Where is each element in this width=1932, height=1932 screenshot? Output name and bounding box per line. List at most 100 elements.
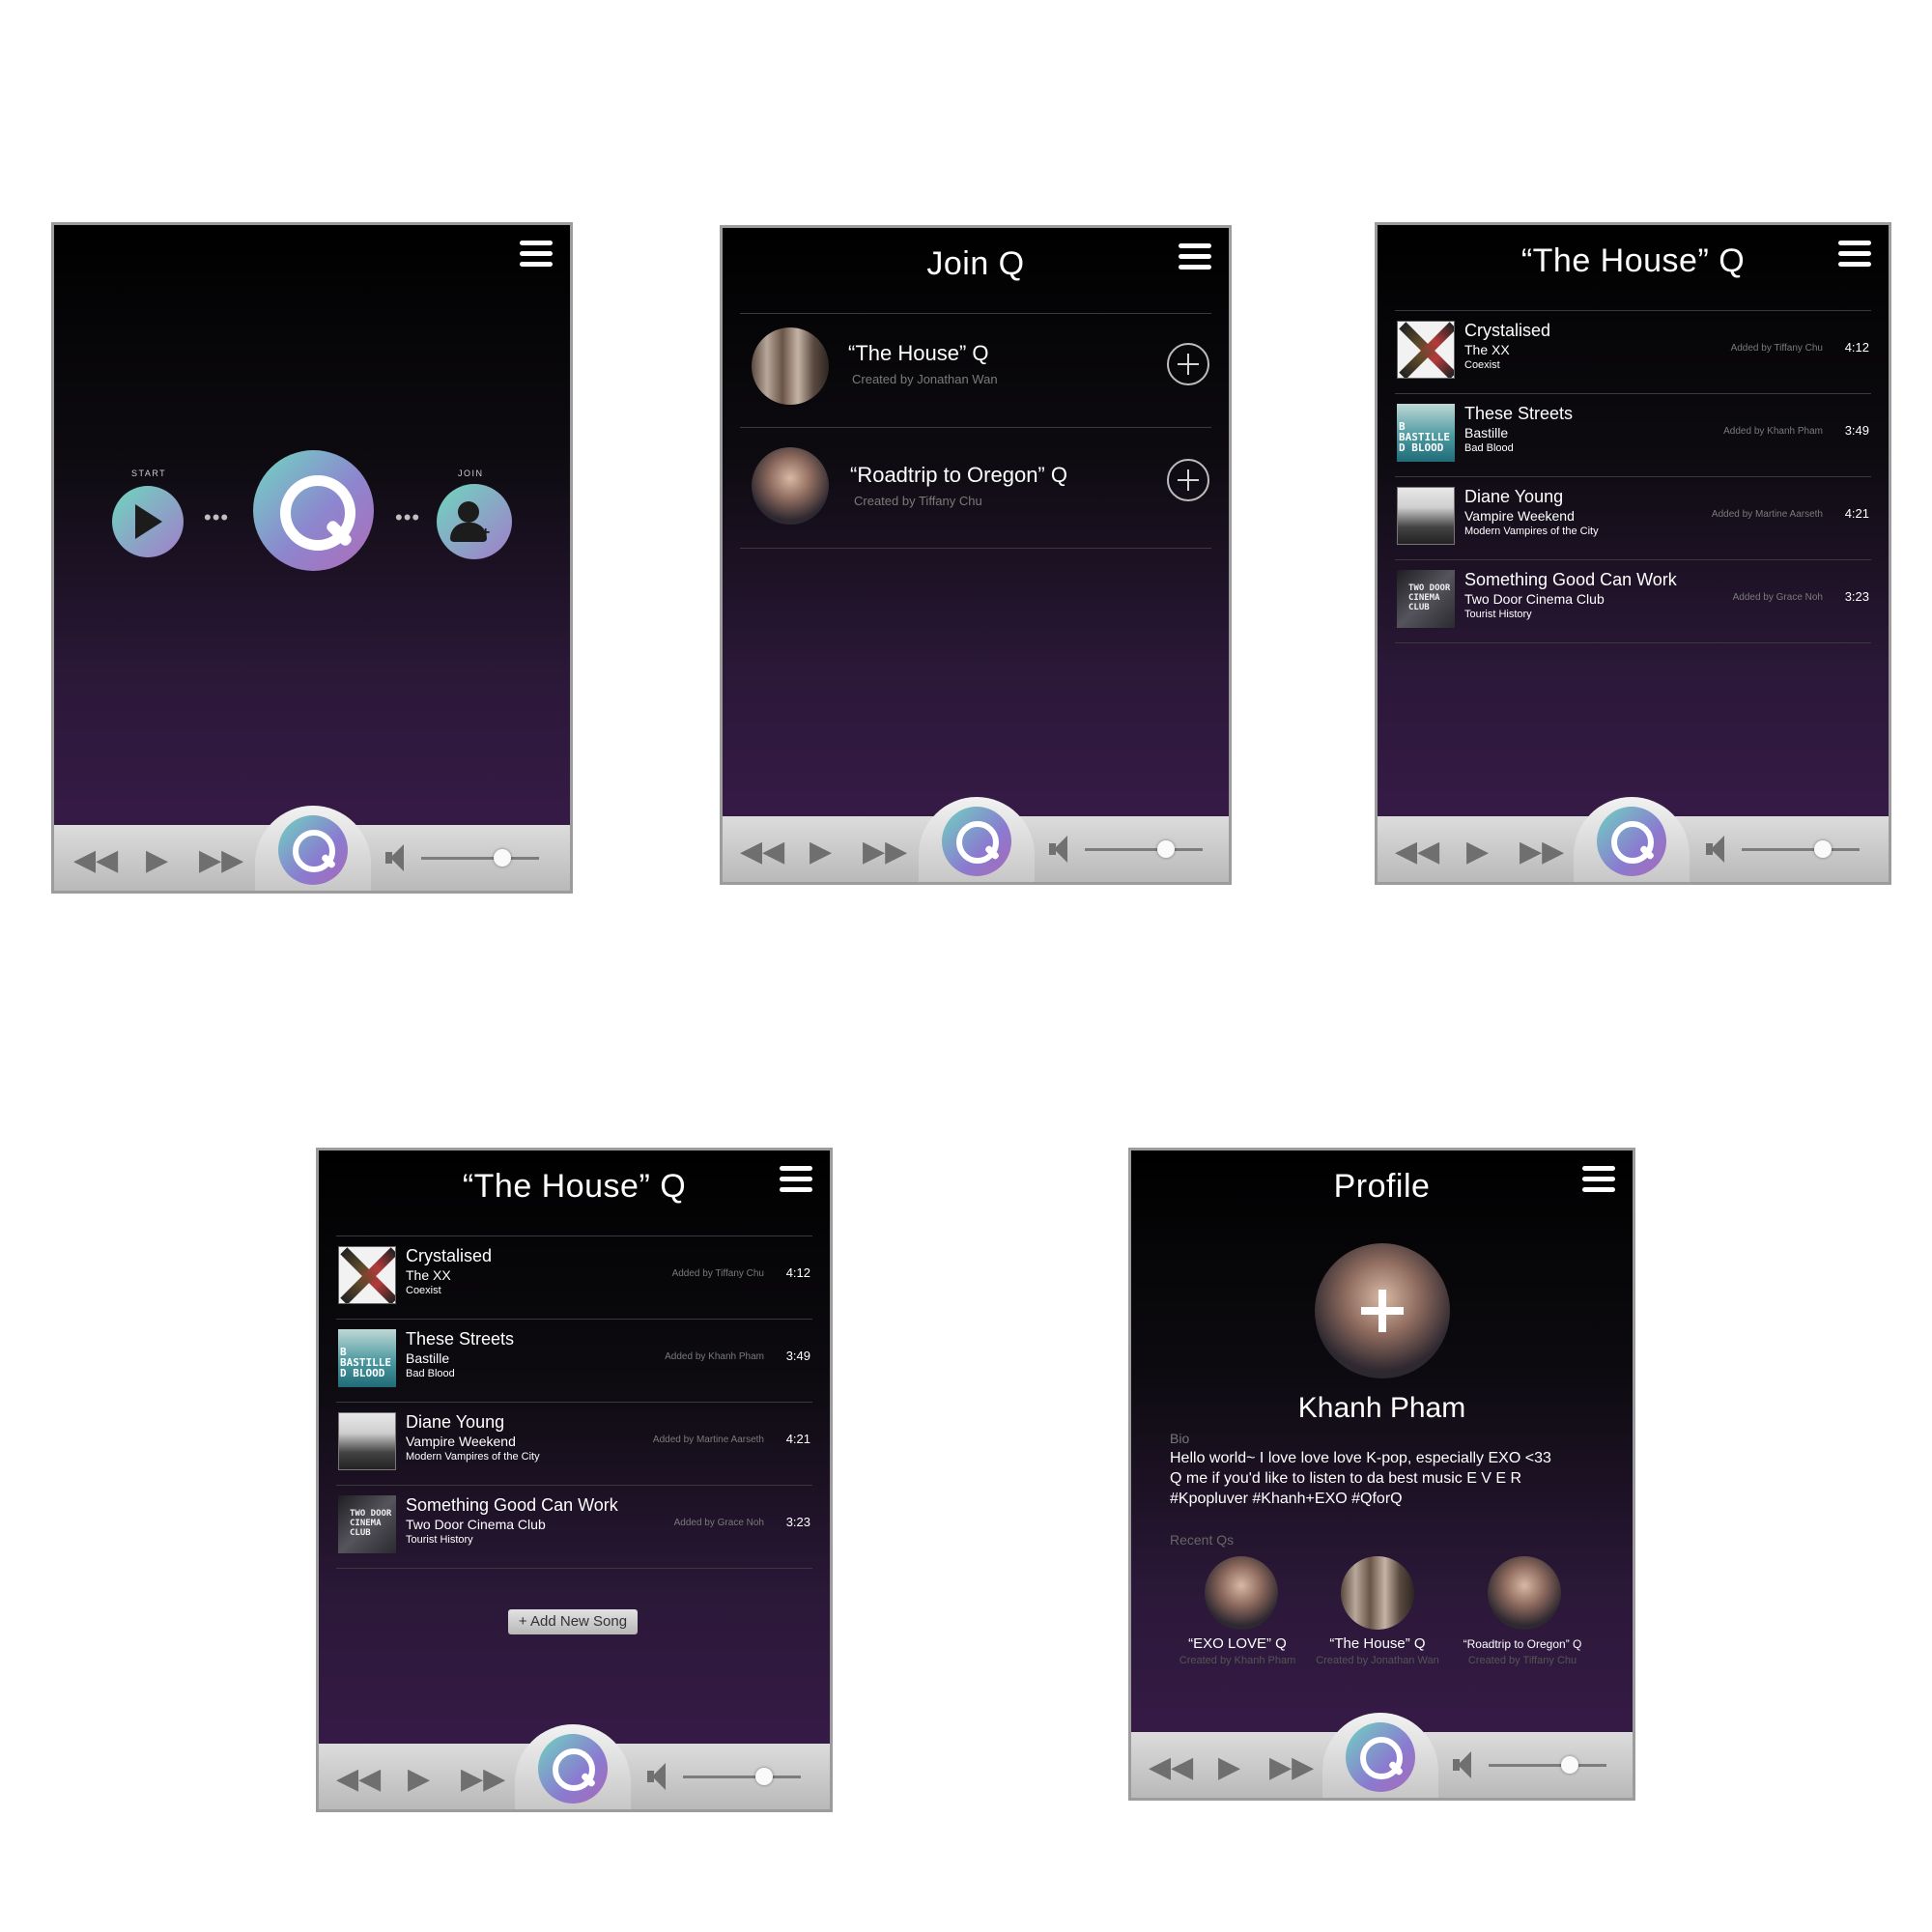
added-by: Added by Khanh Pham bbox=[665, 1351, 764, 1362]
play-icon[interactable]: ▶ bbox=[408, 1765, 430, 1794]
song-album: Coexist bbox=[1464, 359, 1500, 371]
fast-forward-icon[interactable]: ▶▶ bbox=[1269, 1753, 1314, 1782]
play-icon[interactable]: ▶ bbox=[1466, 838, 1489, 867]
menu-icon[interactable] bbox=[520, 241, 553, 268]
rewind-icon[interactable]: ◀◀ bbox=[740, 838, 784, 867]
menu-icon[interactable] bbox=[780, 1166, 812, 1193]
profile-photo[interactable] bbox=[1315, 1243, 1450, 1378]
recent-queue-avatar bbox=[1205, 1556, 1278, 1630]
song-row[interactable]: TWO DOOR CINEMA CLUB Something Good Can … bbox=[1395, 560, 1871, 643]
recent-queue[interactable]: “The House” Q Created by Jonathan Wan bbox=[1316, 1556, 1439, 1672]
volume-knob[interactable] bbox=[1814, 840, 1832, 858]
queue-creator: Created by Tiffany Chu bbox=[854, 494, 982, 508]
album-art: B BASTILLE D BLOOD bbox=[1397, 404, 1455, 462]
queue-avatar bbox=[752, 327, 829, 405]
start-label: START bbox=[131, 469, 167, 478]
rewind-icon[interactable]: ◀◀ bbox=[1149, 1753, 1193, 1782]
song-title: Diane Young bbox=[406, 1412, 505, 1432]
recent-queue-avatar bbox=[1341, 1556, 1414, 1630]
added-by: Added by Tiffany Chu bbox=[671, 1268, 764, 1279]
added-by: Added by Grace Noh bbox=[1732, 592, 1823, 603]
song-artist: The XX bbox=[1464, 342, 1510, 357]
queue-item[interactable]: “The House” Q Created by Jonathan Wan bbox=[740, 314, 1211, 428]
player-bar: ◀◀ ▶ ▶▶ bbox=[319, 1724, 830, 1809]
song-album: Tourist History bbox=[406, 1534, 473, 1546]
volume-slider[interactable] bbox=[421, 849, 539, 867]
home-content: START ••• ••• JOIN + bbox=[54, 225, 570, 823]
fast-forward-icon[interactable]: ▶▶ bbox=[863, 838, 907, 867]
menu-icon[interactable] bbox=[1838, 241, 1871, 268]
rewind-icon[interactable]: ◀◀ bbox=[336, 1765, 381, 1794]
recent-label: Recent Qs bbox=[1170, 1532, 1235, 1548]
volume-knob[interactable] bbox=[494, 849, 511, 867]
rewind-icon[interactable]: ◀◀ bbox=[1395, 838, 1439, 867]
album-art bbox=[1397, 321, 1455, 379]
start-button[interactable] bbox=[112, 486, 184, 557]
page-title: Join Q bbox=[926, 245, 1025, 282]
added-by: Added by Grace Noh bbox=[673, 1518, 764, 1528]
player-q-button[interactable] bbox=[278, 815, 348, 885]
bio-line: Q me if you'd like to listen to da best … bbox=[1170, 1470, 1522, 1487]
volume-knob[interactable] bbox=[755, 1768, 773, 1785]
song-duration: 3:23 bbox=[1844, 589, 1869, 604]
join-label: JOIN bbox=[458, 469, 484, 478]
song-row[interactable]: B BASTILLE D BLOOD These Streets Bastill… bbox=[1395, 394, 1871, 477]
add-queue-icon[interactable] bbox=[1167, 459, 1209, 501]
song-album: Coexist bbox=[406, 1285, 441, 1296]
add-queue-icon[interactable] bbox=[1167, 343, 1209, 385]
song-duration: 4:21 bbox=[785, 1432, 810, 1446]
volume-slider[interactable] bbox=[1742, 840, 1860, 858]
recent-queue[interactable]: “Roadtrip to Oregon” Q Created by Tiffan… bbox=[1463, 1556, 1581, 1672]
play-icon[interactable]: ▶ bbox=[1218, 1753, 1240, 1782]
player-bar: ◀◀ ▶ ▶▶ bbox=[54, 806, 570, 891]
song-album: Tourist History bbox=[1464, 609, 1532, 620]
queue-item[interactable]: “Roadtrip to Oregon” Q Created by Tiffan… bbox=[740, 428, 1211, 549]
add-song-button[interactable]: + Add New Song bbox=[508, 1609, 638, 1634]
fast-forward-icon[interactable]: ▶▶ bbox=[199, 846, 243, 875]
song-row[interactable]: Diane Young Vampire Weekend Modern Vampi… bbox=[336, 1403, 812, 1486]
album-art bbox=[1397, 487, 1455, 545]
song-row[interactable]: Crystalised The XX Coexist Added by Tiff… bbox=[336, 1236, 812, 1320]
fast-forward-icon[interactable]: ▶▶ bbox=[461, 1765, 505, 1794]
song-album: Modern Vampires of the City bbox=[1464, 526, 1599, 537]
player-q-button[interactable] bbox=[538, 1734, 608, 1804]
recent-queue-name: “Roadtrip to Oregon” Q bbox=[1463, 1637, 1582, 1651]
song-duration: 4:12 bbox=[1844, 340, 1869, 355]
menu-icon[interactable] bbox=[1179, 243, 1211, 270]
song-artist: Vampire Weekend bbox=[1464, 508, 1575, 524]
volume-knob[interactable] bbox=[1561, 1756, 1578, 1774]
volume-slider[interactable] bbox=[1085, 840, 1203, 858]
menu-icon[interactable] bbox=[1582, 1166, 1615, 1193]
album-art: TWO DOOR CINEMA CLUB bbox=[338, 1495, 396, 1553]
player-q-button[interactable] bbox=[1346, 1722, 1415, 1792]
recent-queue-avatar bbox=[1488, 1556, 1561, 1630]
song-row[interactable]: Crystalised The XX Coexist Added by Tiff… bbox=[1395, 311, 1871, 394]
song-title: These Streets bbox=[406, 1329, 515, 1349]
song-row[interactable]: TWO DOOR CINEMA CLUB Something Good Can … bbox=[336, 1486, 812, 1569]
volume-slider[interactable] bbox=[683, 1768, 801, 1785]
fast-forward-icon[interactable]: ▶▶ bbox=[1520, 838, 1564, 867]
join-content: Join Q “The House” Q Created by Jonathan… bbox=[723, 228, 1229, 814]
song-album: Bad Blood bbox=[1464, 442, 1514, 454]
recent-queue-creator: Created by Jonathan Wan bbox=[1316, 1655, 1439, 1666]
player-q-button[interactable] bbox=[1597, 807, 1666, 876]
join-button[interactable]: + bbox=[437, 484, 512, 559]
volume-knob[interactable] bbox=[1157, 840, 1175, 858]
queue-name: “The House” Q bbox=[848, 341, 989, 365]
recent-queue-name: “EXO LOVE” Q bbox=[1188, 1635, 1287, 1652]
player-q-button[interactable] bbox=[942, 807, 1011, 876]
album-art bbox=[338, 1412, 396, 1470]
volume-slider[interactable] bbox=[1489, 1756, 1606, 1774]
song-title: Something Good Can Work bbox=[406, 1495, 618, 1515]
recent-queue-creator: Created by Tiffany Chu bbox=[1467, 1655, 1577, 1666]
rewind-icon[interactable]: ◀◀ bbox=[73, 846, 118, 875]
song-row[interactable]: Diane Young Vampire Weekend Modern Vampi… bbox=[1395, 477, 1871, 560]
play-icon[interactable]: ▶ bbox=[810, 838, 832, 867]
song-row[interactable]: B BASTILLE D BLOOD These Streets Bastill… bbox=[336, 1320, 812, 1403]
recent-queue[interactable]: “EXO LOVE” Q Created by Khanh Pham bbox=[1179, 1556, 1295, 1672]
dots-right: ••• bbox=[395, 505, 421, 529]
play-icon[interactable]: ▶ bbox=[146, 846, 168, 875]
added-by: Added by Tiffany Chu bbox=[1730, 343, 1823, 354]
play-icon bbox=[135, 504, 162, 539]
q-logo-button[interactable] bbox=[253, 450, 374, 571]
